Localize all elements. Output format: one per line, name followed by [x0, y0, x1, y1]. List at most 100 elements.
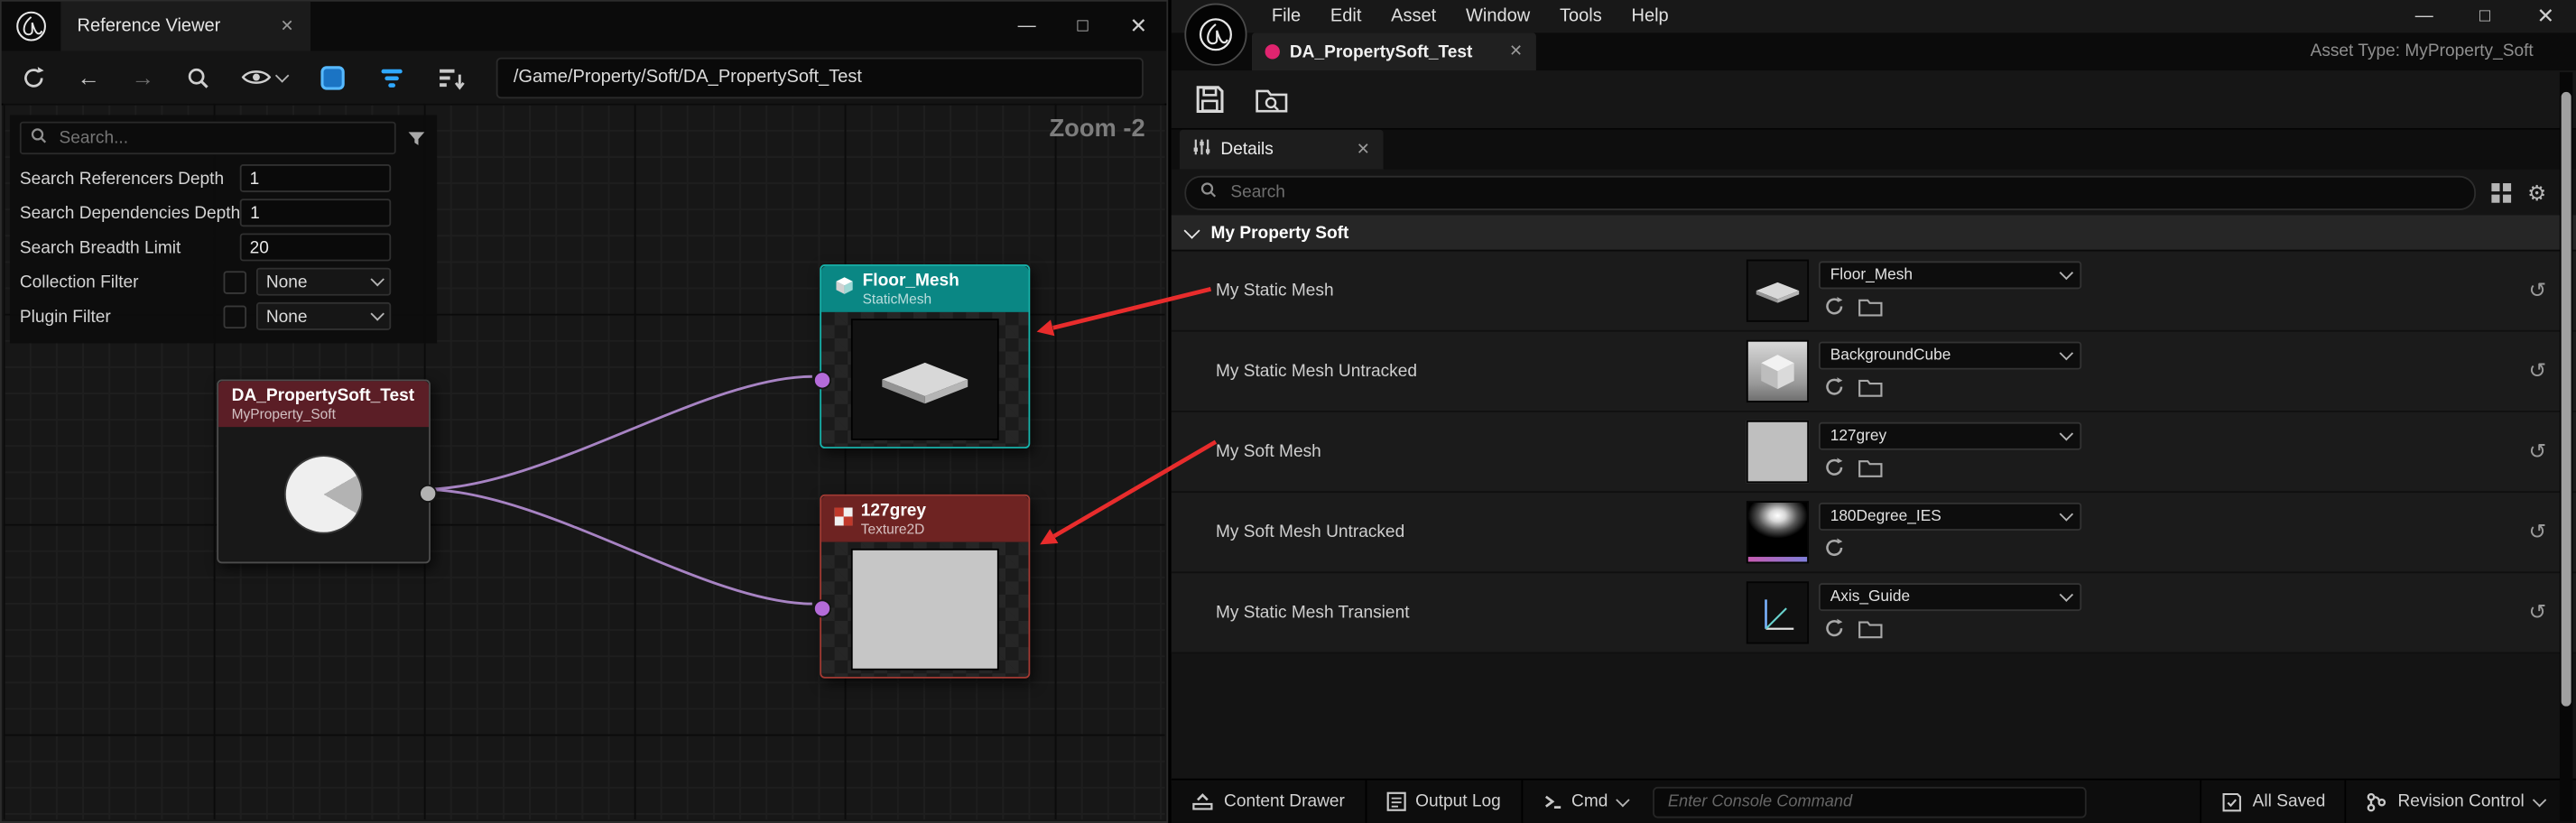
details-search-input[interactable]	[1228, 180, 2462, 203]
minimize-button[interactable]: —	[2394, 0, 2454, 32]
use-selected-asset-icon[interactable]	[1823, 617, 1845, 639]
input-pin[interactable]	[813, 599, 831, 617]
filter-toggle-icon[interactable]	[318, 63, 346, 91]
plugin-filter-checkbox[interactable]	[224, 305, 246, 328]
asset-thumbnail[interactable]	[1747, 340, 1809, 402]
output-pin[interactable]	[419, 485, 437, 503]
zoom-level-label: Zoom -2	[1049, 115, 1144, 143]
node-127grey[interactable]: 127grey Texture2D	[820, 495, 1030, 679]
menu-tools[interactable]: Tools	[1545, 0, 1617, 32]
category-label: My Property Soft	[1210, 223, 1348, 243]
maximize-button[interactable]: □	[1055, 2, 1111, 51]
reference-viewer-titlebar[interactable]: Reference Viewer ✕ — □ ✕	[2, 2, 1167, 51]
browse-to-asset-icon[interactable]	[1858, 618, 1883, 638]
tab-close-icon[interactable]: ✕	[1509, 42, 1523, 60]
asset-thumbnail[interactable]	[1747, 581, 1809, 643]
graph-search-input[interactable]	[56, 126, 386, 149]
menu-edit[interactable]: Edit	[1315, 0, 1376, 32]
menu-window[interactable]: Window	[1451, 0, 1545, 32]
chevron-down-icon	[1616, 792, 1628, 805]
asset-select[interactable]: 127grey	[1819, 422, 2081, 450]
browse-to-asset-icon[interactable]	[1858, 297, 1883, 317]
setting-row: Search Dependencies Depth	[20, 196, 427, 230]
reset-to-default-icon[interactable]: ↺	[2528, 332, 2546, 411]
search-dependencies-depth-input[interactable]	[240, 199, 391, 227]
minimize-button[interactable]: —	[999, 2, 1055, 51]
details-scrollbar[interactable]	[2560, 72, 2573, 821]
property-label: My Static Mesh Untracked	[1216, 332, 1417, 411]
find-path-icon[interactable]	[186, 65, 210, 89]
sort-filter-icon[interactable]	[436, 63, 464, 91]
reference-graph-canvas[interactable]: DA_PropertySoft_Test MyProperty_Soft	[4, 104, 1165, 820]
category-my-property-soft[interactable]: My Property Soft	[1172, 215, 2576, 251]
plugin-filter-select[interactable]: None	[256, 302, 391, 330]
use-selected-asset-icon[interactable]	[1823, 537, 1845, 559]
tab-details[interactable]: Details ✕	[1180, 130, 1384, 170]
use-selected-asset-icon[interactable]	[1823, 296, 1845, 318]
all-saved-indicator[interactable]: All Saved	[2200, 781, 2345, 823]
asset-thumbnail[interactable]	[1747, 260, 1809, 322]
display-grid-icon[interactable]	[2491, 181, 2513, 203]
visibility-icon[interactable]	[242, 68, 287, 88]
property-row-my-soft-mesh-untracked: My Soft Mesh Untracked 180Degree_IES ↺	[1172, 493, 2576, 573]
tab-reference-viewer[interactable]: Reference Viewer ✕	[60, 2, 310, 51]
details-search-field[interactable]	[1184, 175, 2476, 209]
details-tab-strip: Details ✕	[1172, 130, 2576, 170]
filter-funnel-icon[interactable]	[406, 127, 428, 149]
chevron-down-icon	[370, 308, 383, 320]
reset-to-default-icon[interactable]: ↺	[2528, 573, 2546, 652]
chevron-down-icon	[2053, 595, 2080, 599]
content-drawer-button[interactable]: Content Drawer	[1172, 781, 1367, 823]
back-icon[interactable]: ←	[78, 64, 100, 90]
scrollbar-thumb[interactable]	[2562, 92, 2571, 707]
chevron-down-icon	[2053, 514, 2080, 519]
output-log-button[interactable]: Output Log	[1367, 781, 1523, 823]
cmd-selector[interactable]: Cmd	[1522, 781, 1646, 823]
menu-bar: File Edit Asset Window Tools Help — □ ✕	[1172, 0, 2576, 32]
search-breadth-limit-input[interactable]	[240, 233, 391, 261]
asset-select[interactable]: Axis_Guide	[1819, 583, 2081, 611]
browse-to-asset-icon[interactable]	[1858, 377, 1883, 397]
asset-thumbnail[interactable]	[1747, 421, 1809, 483]
browse-to-asset-icon[interactable]	[1858, 458, 1883, 477]
asset-select[interactable]: BackgroundCube	[1819, 342, 2081, 370]
asset-path-field[interactable]: /Game/Property/Soft/DA_PropertySoft_Test	[496, 57, 1144, 98]
close-button[interactable]: ✕	[2516, 0, 2576, 32]
select-value: 180Degree_IES	[1821, 507, 2053, 525]
revision-control-button[interactable]: Revision Control	[2345, 781, 2576, 823]
node-subtitle: MyProperty_Soft	[232, 406, 414, 422]
collection-filter-select[interactable]: None	[256, 268, 391, 296]
asset-select[interactable]: Floor_Mesh	[1819, 261, 2081, 289]
use-selected-asset-icon[interactable]	[1823, 376, 1845, 398]
menu-help[interactable]: Help	[1617, 0, 1683, 32]
reset-to-default-icon[interactable]: ↺	[2528, 251, 2546, 329]
reset-to-default-icon[interactable]: ↺	[2528, 493, 2546, 571]
node-floor-mesh[interactable]: Floor_Mesh StaticMesh	[820, 264, 1030, 448]
tab-close-icon[interactable]: ✕	[1357, 141, 1370, 159]
node-da-propertysoft-test[interactable]: DA_PropertySoft_Test MyProperty_Soft	[217, 379, 431, 563]
unreal-logo-icon	[2, 2, 61, 51]
refresh-icon[interactable]	[22, 65, 46, 89]
console-command-input[interactable]	[1653, 786, 2087, 818]
asset-thumbnail[interactable]	[1747, 501, 1809, 563]
reset-to-default-icon[interactable]: ↺	[2528, 412, 2546, 491]
use-selected-asset-icon[interactable]	[1823, 457, 1845, 478]
save-button[interactable]	[1194, 84, 1226, 116]
forward-icon[interactable]: →	[132, 64, 154, 90]
menu-asset[interactable]: Asset	[1376, 0, 1451, 32]
browse-to-asset-button[interactable]	[1256, 87, 1288, 113]
graph-search-field[interactable]	[20, 122, 396, 154]
filters-icon[interactable]	[377, 63, 405, 91]
maximize-button[interactable]: □	[2454, 0, 2515, 32]
tab-close-icon[interactable]: ✕	[281, 17, 294, 35]
collection-filter-checkbox[interactable]	[224, 270, 246, 292]
search-referencers-depth-input[interactable]	[240, 164, 391, 192]
menu-file[interactable]: File	[1256, 0, 1315, 32]
setting-row: Search Referencers Depth	[20, 161, 427, 195]
tab-da-propertysoft-test[interactable]: DA_PropertySoft_Test ✕	[1252, 32, 1536, 70]
gear-icon[interactable]: ⚙	[2527, 181, 2546, 203]
asset-select[interactable]: 180Degree_IES	[1819, 503, 2081, 531]
input-pin[interactable]	[813, 371, 831, 389]
details-search-row: ⚙	[1172, 169, 2576, 215]
close-button[interactable]: ✕	[1110, 2, 1166, 51]
